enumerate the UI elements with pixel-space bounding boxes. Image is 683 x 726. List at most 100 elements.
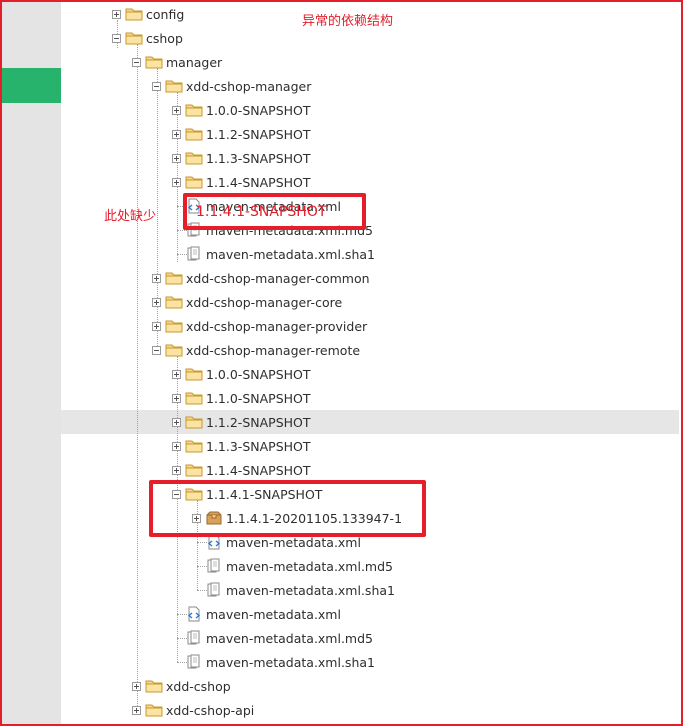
expand-icon[interactable] (172, 417, 181, 427)
tree-folder-manager-remote[interactable]: xdd-cshop-manager-remote (152, 339, 360, 361)
tree-node-label: maven-metadata.xml.md5 (226, 558, 393, 574)
folder-icon (185, 126, 203, 142)
tree-version-folder[interactable]: 1.1.4-SNAPSHOT (172, 171, 311, 193)
annotation-missing-here: 此处缺少 (104, 209, 157, 224)
hovered-row-highlight (61, 410, 679, 434)
tree-node-label: 1.1.2-SNAPSHOT (206, 126, 311, 142)
expand-icon[interactable] (112, 9, 121, 19)
expand-icon[interactable] (132, 705, 141, 715)
folder-icon (185, 390, 203, 406)
folder-icon (165, 294, 183, 310)
folder-icon (165, 342, 183, 358)
expand-icon[interactable] (172, 465, 181, 475)
folder-icon (145, 54, 163, 70)
tree-folder-manager[interactable]: manager (132, 51, 222, 73)
tree-node-label: 1.1.0-SNAPSHOT (206, 390, 311, 406)
folder-icon (185, 102, 203, 118)
tree-file-metadata-sha1[interactable]: maven-metadata.xml.sha1 (205, 579, 395, 601)
collapse-icon[interactable] (132, 57, 141, 67)
folder-icon (125, 6, 143, 22)
tree-node-label: 1.0.0-SNAPSHOT (206, 102, 311, 118)
expand-icon[interactable] (132, 681, 141, 691)
expand-icon[interactable] (172, 369, 181, 379)
folder-icon (145, 702, 163, 718)
tree-node-label: xdd-cshop-manager-remote (186, 342, 361, 358)
tree-node-label: xdd-cshop-manager-provider (186, 318, 368, 334)
folder-icon (185, 414, 203, 430)
tree-folder-manager-common[interactable]: xdd-cshop-manager-common (152, 267, 370, 289)
tree-version-folder[interactable]: 1.1.3-SNAPSHOT (172, 435, 311, 457)
document-icon (205, 558, 223, 574)
expand-icon[interactable] (172, 177, 181, 187)
tree-version-folder[interactable]: 1.1.2-SNAPSHOT (172, 123, 311, 145)
expand-icon[interactable] (172, 129, 181, 139)
tree-node-label: 1.1.4-SNAPSHOT (206, 174, 311, 190)
tree-node-label: 1.0.0-SNAPSHOT (206, 366, 311, 382)
tree-file-metadata-sha1[interactable]: maven-metadata.xml.sha1 (185, 243, 375, 265)
document-icon (185, 630, 203, 646)
tree-version-folder[interactable]: 1.1.3-SNAPSHOT (172, 147, 311, 169)
tree-folder-cshop[interactable]: cshop (112, 27, 183, 49)
folder-icon (185, 174, 203, 190)
folder-icon (125, 30, 143, 46)
tree-node-label: 1.1.4-SNAPSHOT (206, 462, 311, 478)
tree-file-metadata-md5[interactable]: maven-metadata.xml.md5 (205, 555, 393, 577)
folder-icon (165, 318, 183, 334)
tree-node-label: maven-metadata.xml.sha1 (226, 582, 395, 598)
folder-icon (165, 78, 183, 94)
tree-node-label: 1.1.3-SNAPSHOT (206, 438, 311, 454)
folder-icon (165, 270, 183, 286)
document-icon (185, 246, 203, 262)
collapse-icon[interactable] (112, 33, 121, 43)
expand-icon[interactable] (172, 441, 181, 451)
document-icon (205, 582, 223, 598)
tree-node-label: 1.1.3-SNAPSHOT (206, 150, 311, 166)
folder-icon (145, 678, 163, 694)
tree-version-folder[interactable]: 1.0.0-SNAPSHOT (172, 99, 311, 121)
tree-node-label: 1.1.2-SNAPSHOT (206, 414, 311, 430)
expand-icon[interactable] (172, 153, 181, 163)
expand-icon[interactable] (172, 105, 181, 115)
expand-icon[interactable] (152, 321, 161, 331)
tree-folder-xdd-cshop-api[interactable]: xdd-cshop-api (132, 699, 254, 721)
expand-icon[interactable] (152, 273, 161, 283)
document-icon (185, 654, 203, 670)
tree-node-label: xdd-cshop-manager (186, 78, 312, 94)
left-panel-active-item[interactable] (2, 68, 61, 103)
annotation-title: 异常的依赖结构 (302, 14, 394, 29)
tree-version-folder[interactable]: 1.1.4-SNAPSHOT (172, 459, 311, 481)
tree-node-label: xdd-cshop-api (166, 702, 255, 718)
left-panel (2, 2, 61, 724)
tree-node-label: manager (166, 54, 223, 70)
screenshot-frame (0, 0, 683, 726)
annotation-box-snapshot (149, 480, 426, 537)
collapse-icon[interactable] (152, 345, 161, 355)
tree-folder-xdd-cshop-manager[interactable]: xdd-cshop-manager (152, 75, 311, 97)
xml-file-icon (185, 606, 203, 622)
tree-node-label: config (146, 6, 185, 22)
folder-icon (185, 366, 203, 382)
tree-node-label: maven-metadata.xml.md5 (206, 630, 373, 646)
tree-node-label: cshop (146, 30, 183, 46)
tree-version-folder[interactable]: 1.0.0-SNAPSHOT (172, 363, 311, 385)
tree-node-label: xdd-cshop (166, 678, 231, 694)
tree-node-label: maven-metadata.xml.sha1 (206, 246, 375, 262)
expand-icon[interactable] (152, 297, 161, 307)
tree-version-folder[interactable]: 1.1.0-SNAPSHOT (172, 387, 311, 409)
tree-node-label: xdd-cshop-manager-common (186, 270, 370, 286)
tree-folder-xdd-cshop[interactable]: xdd-cshop (132, 675, 231, 697)
tree-version-folder[interactable]: 1.1.2-SNAPSHOT (172, 411, 311, 433)
collapse-icon[interactable] (152, 81, 161, 91)
folder-icon (185, 462, 203, 478)
tree-folder-config[interactable]: config (112, 3, 184, 25)
expand-icon[interactable] (172, 393, 181, 403)
tree-folder-manager-provider[interactable]: xdd-cshop-manager-provider (152, 315, 367, 337)
folder-icon (185, 150, 203, 166)
tree-node-label: maven-metadata.xml (206, 606, 341, 622)
tree-folder-manager-core[interactable]: xdd-cshop-manager-core (152, 291, 342, 313)
tree-node-label: xdd-cshop-manager-core (186, 294, 343, 310)
folder-icon (185, 438, 203, 454)
tree-file-metadata-xml[interactable]: maven-metadata.xml (185, 603, 341, 625)
tree-file-metadata-sha1[interactable]: maven-metadata.xml.sha1 (185, 651, 375, 673)
tree-file-metadata-md5[interactable]: maven-metadata.xml.md5 (185, 627, 373, 649)
